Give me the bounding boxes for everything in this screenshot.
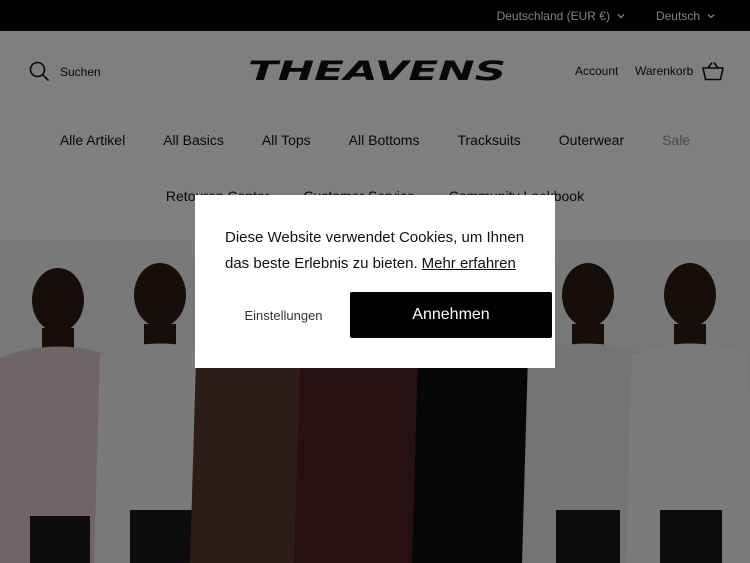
cookie-message-paragraph: Diese Website verwendet Cookies, um Ihne…	[225, 225, 525, 277]
cookie-actions: Einstellungen Annehmen	[225, 292, 552, 338]
accept-cookies-button[interactable]: Annehmen	[350, 292, 552, 338]
learn-more-link[interactable]: Mehr erfahren	[422, 255, 516, 272]
cookie-consent-dialog: Diese Website verwendet Cookies, um Ihne…	[195, 195, 555, 368]
cookie-settings-button[interactable]: Einstellungen	[225, 292, 342, 338]
